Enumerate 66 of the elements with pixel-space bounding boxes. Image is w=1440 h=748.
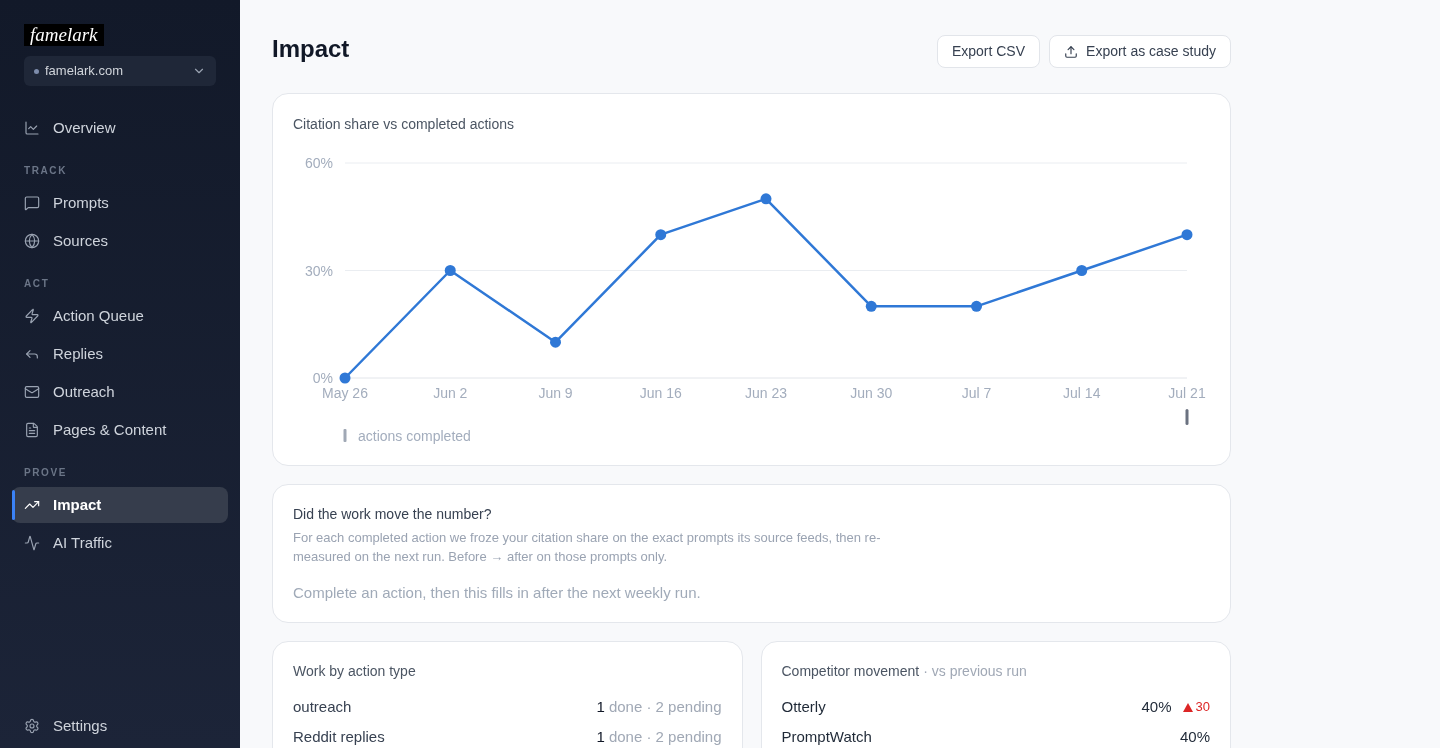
section-heading: TRACK [24, 164, 67, 178]
data-point [655, 229, 667, 241]
export-button[interactable]: Export CSV [936, 35, 1041, 68]
action-count: 1 done · 2 pending [596, 726, 722, 747]
nav-item[interactable]: AI Traffic [12, 525, 228, 561]
data-point [1076, 265, 1088, 276]
nav-item[interactable]: Sources [12, 223, 228, 259]
axis-label: 0% [312, 370, 333, 386]
export-button[interactable]: Export as case study [1049, 35, 1231, 68]
axis-label: Jun 2 [433, 385, 468, 401]
action-type: outreach [293, 696, 352, 717]
lightning-icon [24, 308, 40, 324]
nav-item[interactable]: Replies [12, 336, 228, 372]
section-heading: ACT [24, 277, 50, 291]
citation-share: 40% [1141, 696, 1172, 717]
data-point [550, 336, 561, 348]
axis-label: Jun 16 [639, 385, 682, 401]
card-subtitle: · vs previous run [923, 662, 1027, 680]
pulse-icon [24, 535, 40, 551]
nav-item[interactable]: Prompts [12, 185, 228, 221]
data-point [865, 300, 877, 312]
axis-label: Jun 23 [745, 385, 787, 401]
chat-bubble-icon [24, 195, 40, 211]
nav-item[interactable]: Outreach [12, 374, 228, 410]
competitor-name: PromptWatch [781, 726, 872, 747]
axis-label: Jul 21 [1168, 385, 1206, 401]
action-type: Reddit replies [293, 726, 385, 747]
data-point [760, 193, 772, 205]
axis-label: Jul 14 [1063, 385, 1101, 401]
axis-label: 60% [304, 155, 333, 171]
legend-marker-icon [343, 429, 347, 442]
chart-title: Citation share vs completed actions [293, 115, 514, 133]
card-title: Did the work move the number? [293, 505, 492, 523]
axis-label: Jun 30 [850, 385, 893, 401]
action-count: 1 done · 2 pending [596, 696, 722, 717]
nav-item[interactable]: Impact [12, 487, 228, 523]
nav-item[interactable]: Pages & Content [12, 412, 228, 448]
nav-item[interactable]: Overview [12, 110, 228, 146]
axis-label: 30% [304, 262, 333, 279]
section-heading: PROVE [24, 466, 67, 480]
card-title: Work by action type [293, 662, 416, 680]
axis-label: Jun 9 [538, 385, 573, 401]
change-value: 30 [1195, 698, 1210, 717]
competitor-name: Otterly [781, 696, 826, 717]
settings-icon [24, 718, 40, 734]
globe-icon [24, 233, 40, 249]
nav-item[interactable]: Settings [12, 708, 228, 744]
data-point [444, 265, 456, 276]
document-icon [24, 422, 40, 438]
data-point [971, 300, 982, 312]
axis-label: Jul 7 [961, 385, 992, 401]
mail-icon [24, 384, 40, 400]
axis-label: May 26 [322, 385, 368, 401]
empty-state-message: Complete an action, then this fills in after the next weekly run. [293, 583, 701, 603]
line-chart-icon [24, 120, 40, 136]
page-title: Impact [272, 36, 350, 62]
site-selector[interactable]: famelark.com [24, 56, 216, 86]
legend-label: actions completed [358, 427, 471, 444]
nav-item[interactable]: Action Queue [12, 298, 228, 334]
data-point [1181, 229, 1193, 241]
citation-share: 40% [1179, 726, 1210, 747]
card-title: Competitor movement [781, 662, 920, 680]
card-description: For each completed action we froze your citation share on the exact prompts its source feeds, then re-measured on the next run. Before → after on those prompts only. [293, 529, 882, 566]
upload-icon [1064, 44, 1079, 59]
logo: famelark [24, 24, 104, 46]
data-point [339, 372, 351, 384]
